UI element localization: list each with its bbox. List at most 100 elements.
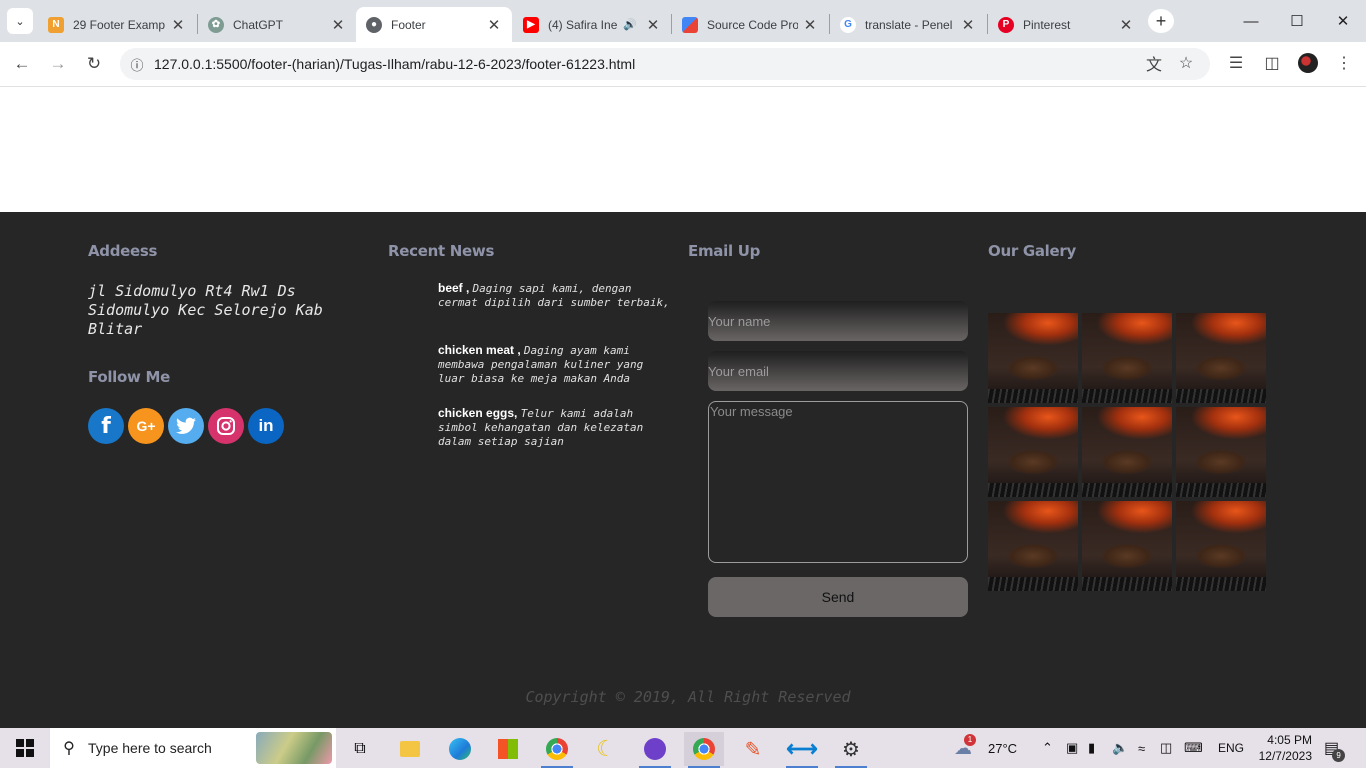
vscode-button[interactable]: ⟷ — [782, 732, 822, 768]
address-text: jl Sidomulyo Rt4 Rw1 Ds Sidomulyo Kec Se… — [88, 282, 323, 338]
browser-toolbar: ← → ↻ ⓘ 127.0.0.1:5500/footer-(harian)/T… — [0, 42, 1366, 87]
tab-pinterest[interactable]: P Pinterest ✕ — [988, 7, 1144, 42]
tab-search-button[interactable]: ⌄ — [7, 8, 33, 34]
new-tab-button[interactable]: + — [1148, 9, 1174, 33]
close-icon[interactable]: ✕ — [645, 16, 661, 34]
instagram-icon[interactable] — [208, 408, 244, 444]
google-plus-icon[interactable]: G+ — [128, 408, 164, 444]
taskbar-search[interactable]: ⚲ Type here to search — [50, 728, 336, 768]
url-text[interactable]: 127.0.0.1:5500/footer-(harian)/Tugas-Ilh… — [154, 56, 1210, 72]
forward-button[interactable]: → — [44, 50, 72, 78]
close-icon[interactable]: ✕ — [960, 16, 976, 34]
back-button[interactable]: ← — [8, 50, 36, 78]
close-window-button[interactable]: ✕ — [1328, 9, 1358, 33]
google-fonts-icon — [682, 16, 698, 33]
paint-app-button[interactable]: ✎ — [733, 732, 773, 766]
minimize-button[interactable]: — — [1236, 9, 1266, 33]
volume-button[interactable]: 🔈 — [1112, 728, 1128, 768]
gallery-image[interactable] — [1176, 407, 1266, 497]
tab-footer-active[interactable]: ● Footer ✕ — [356, 7, 512, 42]
weather-widget[interactable]: ☁ 1 27°C — [954, 728, 1017, 768]
sticky-app-button[interactable]: ☾ — [586, 732, 626, 766]
tab-source-code-pro[interactable]: Source Code Pro ✕ — [672, 7, 828, 42]
battery-button[interactable]: ▮ — [1088, 728, 1095, 768]
tab-title: Footer — [391, 17, 426, 32]
clock[interactable]: 4:05 PM 12/7/2023 — [1252, 728, 1312, 768]
send-button[interactable]: Send — [708, 577, 968, 617]
linkedin-icon[interactable]: in — [248, 408, 284, 444]
follow-heading: Follow Me — [88, 368, 171, 386]
bookmark-button[interactable]: ☆ — [1172, 49, 1200, 77]
tab-translate[interactable]: G translate - Penel ✕ — [830, 7, 986, 42]
notification-count: 9 — [1332, 749, 1346, 762]
file-explorer-button[interactable] — [390, 732, 430, 766]
gallery-image[interactable] — [1082, 501, 1172, 591]
gallery-image[interactable] — [988, 501, 1078, 591]
gallery-image[interactable] — [1082, 407, 1172, 497]
recent-news-heading: Recent News — [388, 242, 495, 260]
gallery-image[interactable] — [988, 407, 1078, 497]
gallery-image[interactable] — [1176, 313, 1266, 403]
tab-title: Source Code Pro — [707, 17, 798, 32]
reload-button[interactable]: ↻ — [80, 50, 108, 78]
close-icon[interactable]: ✕ — [802, 16, 818, 34]
news-item[interactable]: beef , Daging sapi kami, dengan cermat d… — [438, 281, 670, 310]
profile-button[interactable] — [1294, 49, 1322, 77]
twitter-icon[interactable] — [168, 408, 204, 444]
meet-now-button[interactable]: ▣ — [1066, 728, 1078, 768]
news-item[interactable]: chicken meat , Daging ayam kami membawa … — [438, 343, 670, 386]
start-button[interactable] — [0, 728, 50, 768]
kebab-menu-icon: ⋮ — [1336, 55, 1352, 72]
gallery-grid — [988, 313, 1266, 591]
news-item[interactable]: chicken eggs, Telur kami adalah simbol k… — [438, 406, 670, 449]
settings-button[interactable]: ⚙ — [831, 732, 871, 768]
banana-icon: ☾ — [596, 736, 616, 761]
paint-icon: ✎ — [744, 738, 762, 761]
translate-button[interactable]: 文 — [1140, 49, 1168, 77]
github-desktop-button[interactable] — [635, 732, 675, 768]
store-icon — [498, 739, 518, 759]
task-view-button[interactable]: ⧉ — [340, 732, 380, 766]
media-control-button[interactable]: ☰ — [1222, 49, 1250, 77]
tab-title: ChatGPT — [233, 17, 284, 32]
notifications-button[interactable]: ▤ 9 — [1324, 728, 1346, 768]
language-button[interactable]: ENG — [1218, 728, 1244, 768]
name-input[interactable]: Your name — [708, 301, 968, 341]
menu-button[interactable]: ⋮ — [1330, 49, 1358, 77]
close-icon[interactable]: ✕ — [170, 16, 186, 34]
edge-icon — [449, 738, 471, 760]
gallery-image[interactable] — [1082, 313, 1172, 403]
close-icon[interactable]: ✕ — [330, 16, 346, 34]
address-heading: Addeess — [88, 242, 158, 260]
gallery-image[interactable] — [988, 313, 1078, 403]
network-button[interactable]: ≈ — [1138, 728, 1145, 768]
side-panel-button[interactable]: ◫ — [1258, 49, 1286, 77]
playlist-icon: ☰ — [1228, 55, 1244, 72]
windows-taskbar: ⚲ Type here to search ⧉ ☾ ✎ ⟷ ⚙ ☁ 1 27°C… — [0, 728, 1366, 768]
edge-button[interactable] — [440, 732, 480, 766]
tab-title: translate - Penel — [865, 17, 953, 32]
tab-chatgpt[interactable]: ✿ ChatGPT ✕ — [198, 7, 356, 42]
display-button[interactable]: ◫ — [1160, 728, 1172, 768]
gallery-image[interactable] — [1176, 501, 1266, 591]
facebook-icon[interactable]: f — [88, 408, 124, 444]
close-icon[interactable]: ✕ — [486, 16, 502, 34]
tab-footer-examples[interactable]: N 29 Footer Examp ✕ — [38, 7, 196, 42]
email-input[interactable]: Your email — [708, 351, 968, 391]
keyboard-button[interactable]: ⌨ — [1184, 728, 1203, 768]
copyright-text: Copyright © 2019, All Right Reserved — [525, 688, 851, 706]
chrome-profile-button[interactable] — [684, 732, 724, 768]
store-button[interactable] — [488, 732, 528, 766]
chrome-taskbar-button[interactable] — [537, 732, 577, 768]
maximize-button[interactable]: ☐ — [1282, 9, 1312, 33]
message-textarea[interactable]: Your message — [708, 401, 968, 563]
minimize-icon: — — [1243, 12, 1259, 30]
address-bar[interactable]: ⓘ 127.0.0.1:5500/footer-(harian)/Tugas-I… — [120, 48, 1210, 80]
chatgpt-icon: ✿ — [208, 16, 224, 33]
close-icon[interactable]: ✕ — [1118, 16, 1134, 34]
speaker-icon[interactable]: 🔊 — [623, 18, 637, 31]
tab-youtube[interactable]: ▶ (4) Safira Ine 🔊 ✕ — [513, 7, 671, 42]
translate-icon: 文 — [1145, 57, 1162, 74]
show-hidden-icons-button[interactable]: ⌃ — [1042, 728, 1053, 768]
info-icon[interactable]: ⓘ — [120, 55, 154, 74]
